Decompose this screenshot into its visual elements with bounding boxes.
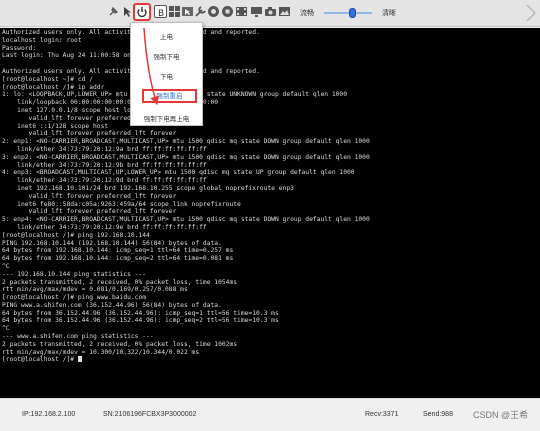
terminal-line: PING www.a.shifen.com (36.152.44.96) 56(…	[2, 301, 222, 309]
terminal-line: ^C	[2, 325, 10, 333]
terminal-line: link/ether 34:73:79:20:12:9e brd ff:ff:f…	[2, 223, 207, 231]
terminal-line: Authorized users only. All activities ma…	[2, 29, 260, 36]
boot-icon[interactable]: B	[154, 5, 167, 19]
terminal-line: 64 bytes from 36.152.44.96 (36.152.44.96…	[2, 317, 279, 325]
terminal-line: --- 192.168.10.144 ping statistics ---	[2, 270, 147, 278]
power-icon[interactable]	[133, 3, 151, 21]
terminal-line: inet 192.168.10.101/24 brd 192.168.10.25…	[2, 184, 294, 192]
terminal-line: [root@localhost /]#	[0, 356, 540, 364]
pin-icon[interactable]	[107, 5, 120, 18]
slider-track[interactable]	[324, 12, 372, 14]
terminal-line: 3: enp2: <NO-CARRIER,BROADCAST,MULTICAST…	[2, 153, 370, 161]
terminal-line: valid_lft forever preferred_lft forever	[2, 208, 177, 216]
status-ip: IP:192.168.2.100	[22, 411, 76, 418]
terminal-line: [root@localhost /]# ping www.baidu.com	[2, 294, 147, 302]
terminal-line: 1: lo: <LOOPBACK,UP,LOWER_UP> mtu 65536 …	[2, 91, 347, 99]
record-icon[interactable]	[207, 5, 220, 18]
terminal-line: link/ether 34:73:79:20:12:9b brd ff:ff:f…	[2, 161, 207, 169]
terminal-line: inet6 ::1/128 scope host	[2, 122, 109, 130]
terminal-line: [root@localhost /]# ip addr	[2, 83, 105, 91]
camera-icon[interactable]	[264, 5, 277, 18]
terminal-cursor	[77, 356, 82, 363]
tool-icon[interactable]	[194, 5, 207, 18]
terminal-line: 5: enp4: <NO-CARRIER,BROADCAST,MULTICAST…	[2, 216, 370, 224]
terminal-line: Password:	[2, 44, 37, 52]
terminal-line: [root@localhost /]# ping 192.168.10.144	[2, 231, 150, 239]
watermark: CSDN @王希	[473, 410, 529, 420]
menu-item-force-power-cycle[interactable]: 强制下电再上电	[131, 113, 202, 123]
slider-thumb[interactable]	[349, 8, 357, 18]
terminal-output: Authorized users only. All activities ma…	[0, 28, 540, 364]
display-icon[interactable]	[250, 5, 263, 18]
terminal-line: 64 bytes from 192.168.10.144: icmp_seq=2…	[2, 255, 234, 263]
terminal-line: inet 127.0.0.1/8 scope host lo	[2, 106, 131, 114]
quality-low-label: 流畅	[300, 10, 314, 17]
terminal-line: [root@localhost ~]# cd /	[2, 75, 93, 83]
terminal-line: Authorized users only. All activities ma…	[2, 67, 260, 75]
terminal-line: 2 packets transmitted, 2 received, 0% pa…	[2, 278, 238, 286]
svg-text:B: B	[158, 9, 164, 19]
cursor-icon[interactable]	[181, 5, 194, 18]
terminal-line: 4: enp3: <BROADCAST,MULTICAST,UP,LOWER_U…	[2, 169, 355, 177]
terminal-line: --- www.a.shifen.com ping statistics ---	[2, 333, 154, 341]
terminal-line: localhost login: root	[2, 36, 82, 44]
terminal-line: link/loopback 00:00:00:00:00:00 brd 00:0…	[2, 99, 219, 107]
window-corner-right-icon	[526, 4, 536, 22]
quality-high-label: 清晰	[382, 10, 396, 17]
terminal-screen[interactable]: Authorized users only. All activities ma…	[0, 28, 540, 398]
film-icon[interactable]	[235, 5, 248, 18]
annotation-arrow-icon	[143, 27, 159, 106]
terminal-line: Last login: Thu Aug 24 11:00:58 on tty1	[2, 52, 150, 60]
status-send: Send:988	[423, 411, 453, 418]
terminal-line: link/ether 34:73:79:20:12:9a brd ff:ff:f…	[2, 145, 207, 153]
windows-icon[interactable]	[168, 5, 181, 18]
top-toolbar: B 流畅 清晰	[0, 0, 540, 27]
status-sn: SN:2106196FCBX3P3000002	[103, 411, 197, 418]
status-recv: Recv:3371	[365, 411, 399, 418]
terminal-line: rtt min/avg/max/mdev = 10.300/10.322/10.…	[2, 348, 200, 356]
terminal-line: 2 packets transmitted, 2 received, 0% pa…	[2, 340, 238, 348]
terminal-line: 64 bytes from 36.152.44.96 (36.152.44.96…	[2, 309, 279, 317]
terminal-line: inet6 fe80::58da:c05a:9263:459a/64 scope…	[2, 200, 241, 208]
stop-icon[interactable]	[221, 5, 234, 18]
picture-icon[interactable]	[278, 5, 291, 18]
status-bar: IP:192.168.2.100 SN:2106196FCBX3P3000002…	[0, 398, 540, 431]
terminal-line: 64 bytes from 192.168.10.144: icmp_seq=1…	[2, 247, 234, 255]
terminal-line: valid_lft forever preferred_lft forever	[2, 114, 177, 122]
terminal-line: link/ether 34:73:79:20:12:9d brd ff:ff:f…	[2, 177, 207, 185]
terminal-line: 2: enp1: <NO-CARRIER,BROADCAST,MULTICAST…	[2, 138, 370, 146]
terminal-line: ^C	[2, 262, 10, 270]
terminal-line: PING 192.168.10.144 (192.168.10.144) 56(…	[2, 239, 222, 247]
terminal-line: rtt min/avg/max/mdev = 0.081/0.169/0.257…	[2, 286, 188, 294]
terminal-line: valid_lft forever preferred_lft forever	[2, 130, 177, 138]
quality-slider[interactable]	[324, 8, 372, 18]
terminal-line: valid_lft forever preferred_lft forever	[2, 192, 177, 200]
